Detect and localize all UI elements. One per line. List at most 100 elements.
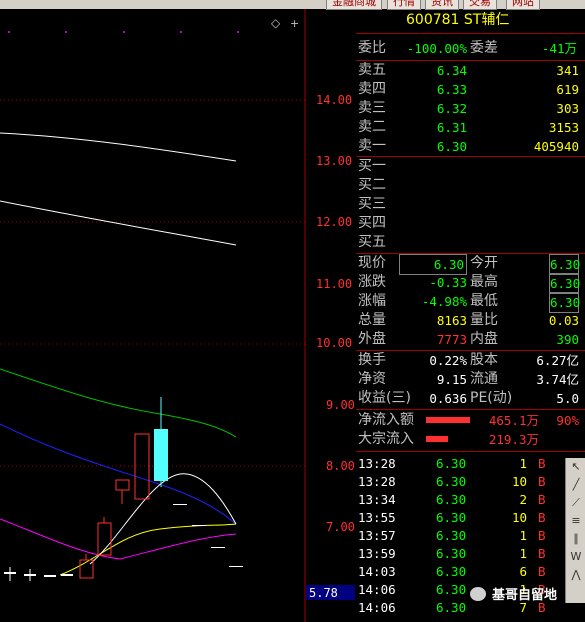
stat-label: 外盘 (358, 331, 386, 347)
ask-volume: 303 (556, 101, 579, 116)
fund-row: 收益(三) 0.636 PE(动) 5.0 (356, 389, 585, 408)
fund-label: 股本 (470, 352, 498, 368)
stat-label: 内盘 (470, 331, 498, 347)
flow-label: 净流入额 (358, 412, 414, 428)
pointer-icon[interactable]: ↖ (569, 460, 583, 474)
ask-label: 卖二 (358, 119, 386, 135)
ma-line-white-lower (0, 200, 237, 246)
tick-price: 6.30 (436, 474, 467, 489)
top-menu-bar: 金融商城 行情 资讯 交易 网站 (0, 0, 585, 10)
net-inflow-row: 净流入额 465.1万 90% (356, 411, 585, 430)
ray-tool-icon[interactable]: ⟋ (569, 496, 583, 510)
net-asset-value: 9.15 (436, 372, 467, 387)
diamond-icon[interactable]: ◇ (271, 16, 281, 30)
axis-label: 12.00 (316, 215, 352, 229)
ask-price: 6.31 (436, 120, 467, 135)
inflow-bar (426, 417, 470, 423)
tick-volume: 10 (511, 474, 527, 489)
ask-price: 6.33 (436, 82, 467, 97)
tick-time: 14:06 (358, 582, 396, 597)
channel-tool-icon[interactable]: ≡ (569, 514, 583, 528)
bid-row-4: 买四 (356, 214, 585, 233)
net-inflow-value: 465.1万 (488, 413, 539, 428)
stock-title-row: 600781 ST辅仁 (356, 9, 585, 31)
stat-label: 涨幅 (358, 293, 386, 309)
ask-volume: 405940 (533, 139, 579, 154)
ask-row-3: 卖三 6.32 303 (356, 99, 585, 118)
fund-row: 换手 0.22% 股本 6.27亿 (356, 351, 585, 370)
bid-row-5: 买五 (356, 233, 585, 252)
weicha-value: -41万 (541, 41, 577, 56)
watermark-text: 基哥自留地 (492, 588, 558, 603)
ask-row-1: 卖一 6.30 405940 (356, 137, 585, 156)
low-value: 6.30 (549, 292, 580, 313)
ma-line-green (0, 368, 237, 438)
weibi-value: -100.00% (406, 41, 467, 56)
eps-value: 0.636 (429, 391, 467, 406)
bid-row-1: 买一 (356, 157, 585, 176)
axis-label: 11.00 (316, 277, 352, 291)
inner-volume-value: 390 (556, 332, 579, 347)
wave-tool-icon[interactable]: W (569, 550, 583, 564)
tick-volume: 1 (519, 456, 527, 471)
ask-label: 卖五 (358, 62, 386, 78)
ask-row-5: 卖五 6.34 341 (356, 61, 585, 80)
tick-price: 6.30 (436, 492, 467, 507)
tick-time: 13:34 (358, 492, 396, 507)
ma-line-white-short (89, 473, 237, 565)
tick-side: B (538, 546, 546, 561)
ask-row-4: 卖四 6.33 619 (356, 80, 585, 99)
tick-price: 6.30 (436, 456, 467, 471)
current-price-value: 6.30 (399, 254, 467, 275)
high-value: 6.30 (549, 273, 580, 294)
kline-chart[interactable]: ◇ + 14.00 13.00 12.00 11.00 10.00 9.00 8… (0, 9, 356, 622)
drawing-toolbar: ↖ ╱ ⟋ ≡ ∥ W ⋀ (565, 458, 585, 603)
tick-volume: 6 (519, 564, 527, 579)
zigzag-tool-icon[interactable]: ⋀ (569, 568, 583, 582)
ask-label: 卖一 (358, 138, 386, 154)
top-markers (8, 31, 239, 33)
tick-time: 13:59 (358, 546, 396, 561)
ask-price: 6.32 (436, 101, 467, 116)
tick-side: B (538, 456, 546, 471)
wechat-icon (470, 587, 486, 601)
ask-row-2: 卖二 6.31 3153 (356, 118, 585, 137)
tick-side: B (538, 492, 546, 507)
tick-side: B (538, 510, 546, 525)
bid-row-3: 买三 (356, 195, 585, 214)
ask-volume: 341 (556, 63, 579, 78)
bid-label: 买三 (358, 196, 386, 212)
tick-price: 6.30 (436, 528, 467, 543)
tick-price: 6.30 (436, 564, 467, 579)
tick-time: 13:28 (358, 456, 396, 471)
divider (356, 409, 585, 410)
fund-label: 换手 (358, 352, 386, 368)
tick-side: B (538, 528, 546, 543)
flow-label: 大宗流入 (358, 431, 414, 447)
current-price-tag: 5.78 (309, 586, 338, 600)
ma-line-blue (0, 423, 237, 525)
stat-label: 现价 (358, 255, 386, 271)
ask-volume: 3153 (548, 120, 579, 135)
block-inflow-row: 大宗流入 219.3万 (356, 430, 585, 449)
change-value: -0.33 (429, 275, 467, 290)
divider (356, 451, 585, 452)
fund-label: 流通 (470, 371, 498, 387)
tick-price: 6.30 (436, 600, 467, 615)
pe-value: 5.0 (556, 391, 579, 406)
stat-row: 涨跌 -0.33 最高 6.30 (356, 273, 585, 294)
line-tool-icon[interactable]: ╱ (569, 478, 583, 492)
plus-icon[interactable]: + (290, 17, 299, 30)
stat-label: 总量 (358, 312, 386, 328)
block-inflow-value: 219.3万 (488, 432, 539, 447)
bid-label: 买四 (358, 215, 386, 231)
grid-lines (0, 99, 305, 467)
tick-side: B (538, 564, 546, 579)
block-inflow-bar (426, 436, 448, 442)
stat-row: 涨幅 -4.98% 最低 6.30 (356, 292, 585, 313)
tick-price: 6.30 (436, 582, 467, 597)
parallel-tool-icon[interactable]: ∥ (569, 532, 583, 546)
tick-side: B (538, 474, 546, 489)
tick-volume: 10 (511, 510, 527, 525)
stock-code-name: 600781 ST辅仁 (406, 12, 510, 28)
